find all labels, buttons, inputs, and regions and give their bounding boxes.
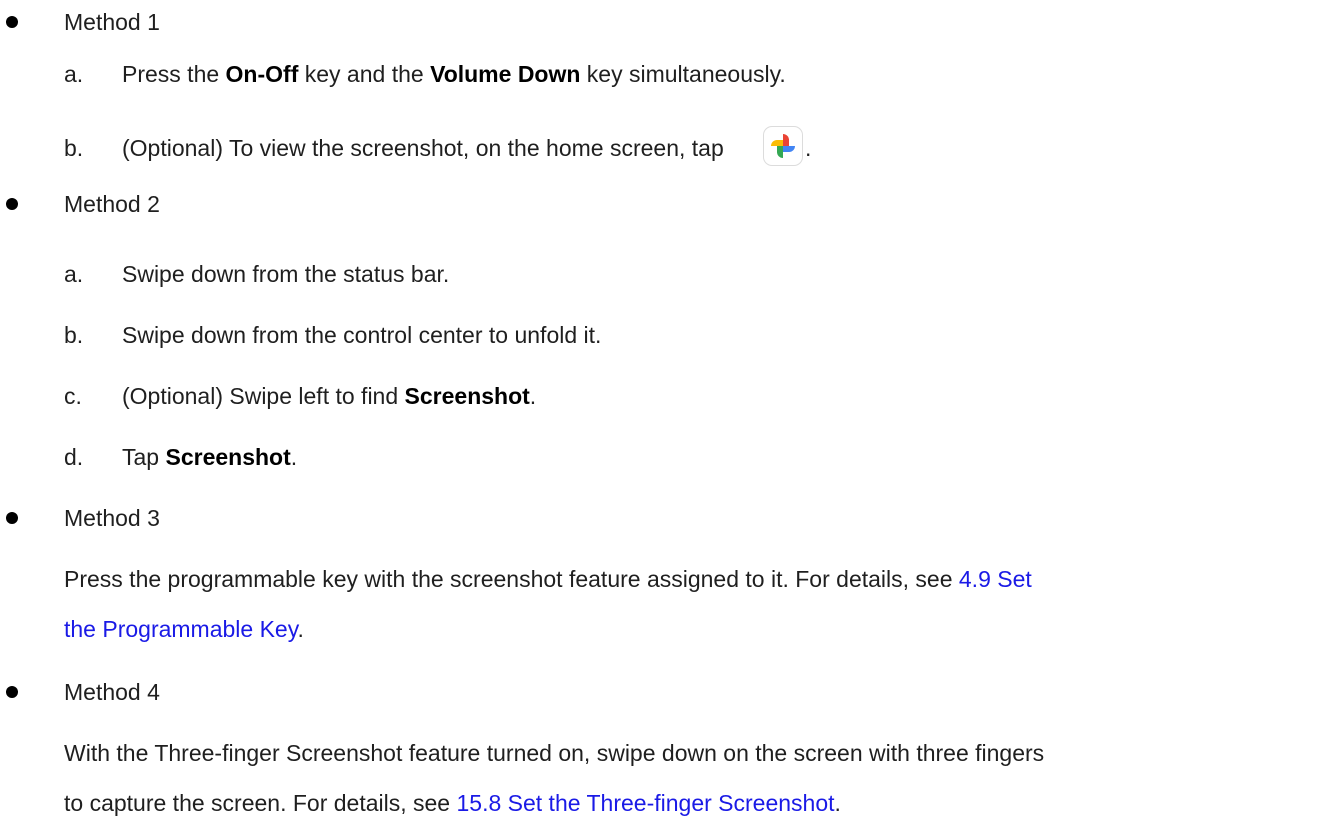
- method-4-body-line-1: With the Three-finger Screenshot feature…: [64, 740, 1045, 766]
- period: .: [805, 135, 812, 161]
- step-letter: b.: [64, 322, 84, 348]
- google-photos-icon: [764, 127, 802, 165]
- step-letter: d.: [64, 444, 84, 470]
- on-off-key-label: On-Off: [225, 61, 299, 87]
- method-2-step-b: Swipe down from the control center to un…: [122, 322, 602, 348]
- method-1-heading: Method 1: [64, 9, 160, 35]
- link-programmable-key-cont[interactable]: the Programmable Key: [64, 616, 298, 642]
- method-4-body-line-2: to capture the screen. For details, see …: [64, 790, 841, 816]
- method-1-step-b: (Optional) To view the screenshot, on th…: [122, 135, 724, 161]
- bullet-method-2: [6, 198, 18, 210]
- volume-down-key-label: Volume Down: [430, 61, 581, 87]
- method-2-step-d: Tap Screenshot.: [122, 444, 298, 470]
- method-3-heading: Method 3: [64, 505, 160, 531]
- step-letter: a.: [64, 61, 84, 87]
- link-programmable-key[interactable]: 4.9 Set: [959, 566, 1032, 592]
- bullet-method-4: [6, 686, 18, 698]
- method-3-body-line-1: Press the programmable key with the scre…: [64, 566, 1032, 592]
- method-1-step-a: Press the On-Off key and the Volume Down…: [122, 61, 786, 87]
- link-three-finger-screenshot[interactable]: 15.8 Set the Three-finger Screenshot: [456, 790, 834, 816]
- step-letter: b.: [64, 135, 84, 161]
- method-3-body-line-2: the Programmable Key.: [64, 616, 304, 642]
- bullet-method-3: [6, 512, 18, 524]
- bullet-method-1: [6, 16, 18, 28]
- step-letter: a.: [64, 261, 84, 287]
- screenshot-label: Screenshot: [404, 383, 530, 409]
- step-letter: c.: [64, 383, 82, 409]
- method-2-step-a: Swipe down from the status bar.: [122, 261, 450, 287]
- method-4-heading: Method 4: [64, 679, 160, 705]
- method-2-heading: Method 2: [64, 191, 160, 217]
- screenshot-label: Screenshot: [165, 444, 291, 470]
- method-2-step-c: (Optional) Swipe left to find Screenshot…: [122, 383, 537, 409]
